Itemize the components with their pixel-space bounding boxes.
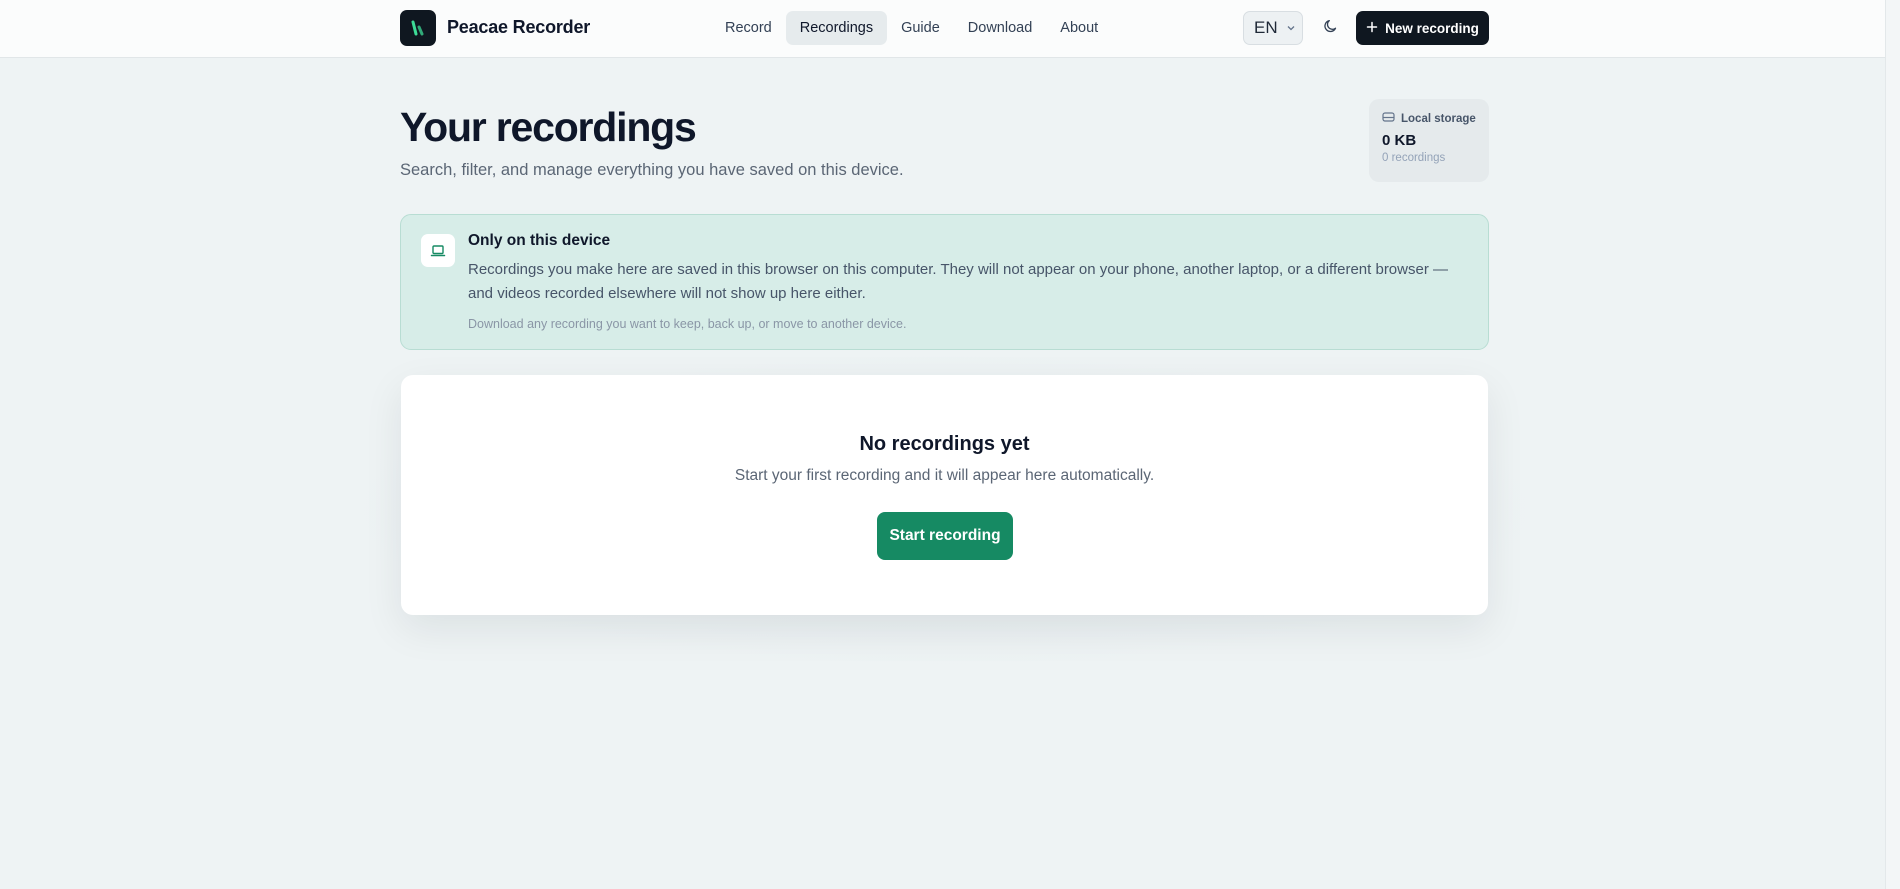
new-recording-button[interactable]: New recording bbox=[1356, 11, 1489, 45]
page-subtitle: Search, filter, and manage everything yo… bbox=[400, 161, 904, 179]
nav-record[interactable]: Record bbox=[711, 11, 786, 45]
brand-name[interactable]: Peacae Recorder bbox=[447, 17, 590, 38]
page-title: Your recordings bbox=[400, 104, 697, 150]
nav-guide[interactable]: Guide bbox=[887, 11, 954, 45]
theme-toggle-button[interactable] bbox=[1318, 14, 1344, 42]
laptop-icon bbox=[421, 234, 455, 267]
language-value: EN bbox=[1254, 18, 1278, 37]
empty-state-subtitle: Start your first recording and it will a… bbox=[734, 467, 1155, 484]
nav-recordings[interactable]: Recordings bbox=[785, 11, 888, 45]
logo-icon[interactable] bbox=[400, 10, 436, 46]
hard-drive-icon bbox=[1382, 111, 1395, 126]
language-select[interactable]: EN bbox=[1243, 11, 1303, 45]
plus-icon bbox=[1366, 21, 1378, 36]
device-notice: Only on this device Recordings you make … bbox=[400, 214, 1489, 350]
new-recording-label: New recording bbox=[1385, 20, 1479, 36]
notice-body: Recordings you make here are saved in th… bbox=[468, 261, 1448, 302]
storage-header: Local storage bbox=[1382, 111, 1476, 126]
page: Peacae Recorder Record Recordings Guide … bbox=[0, 0, 1900, 889]
main-nav: Record Recordings Guide Download About bbox=[711, 11, 1112, 45]
storage-count: 0 recordings bbox=[1382, 152, 1446, 164]
top-bar: Peacae Recorder Record Recordings Guide … bbox=[0, 0, 1885, 58]
notice-title: Only on this device bbox=[468, 232, 611, 249]
empty-state-card: No recordings yet Start your first recor… bbox=[401, 375, 1488, 615]
storage-summary: Local storage 0 KB 0 recordings bbox=[1369, 99, 1489, 182]
storage-size: 0 KB bbox=[1382, 132, 1417, 149]
nav-about[interactable]: About bbox=[1046, 11, 1112, 45]
chevron-down-icon bbox=[1286, 18, 1296, 38]
storage-label: Local storage bbox=[1401, 112, 1476, 125]
scrollbar[interactable] bbox=[1885, 0, 1900, 889]
nav-download[interactable]: Download bbox=[954, 11, 1047, 45]
start-recording-button[interactable]: Start recording bbox=[877, 512, 1013, 560]
notice-note: Download any recording you want to keep,… bbox=[468, 317, 907, 331]
moon-icon bbox=[1323, 18, 1339, 39]
empty-state-title: No recordings yet bbox=[859, 433, 1030, 455]
